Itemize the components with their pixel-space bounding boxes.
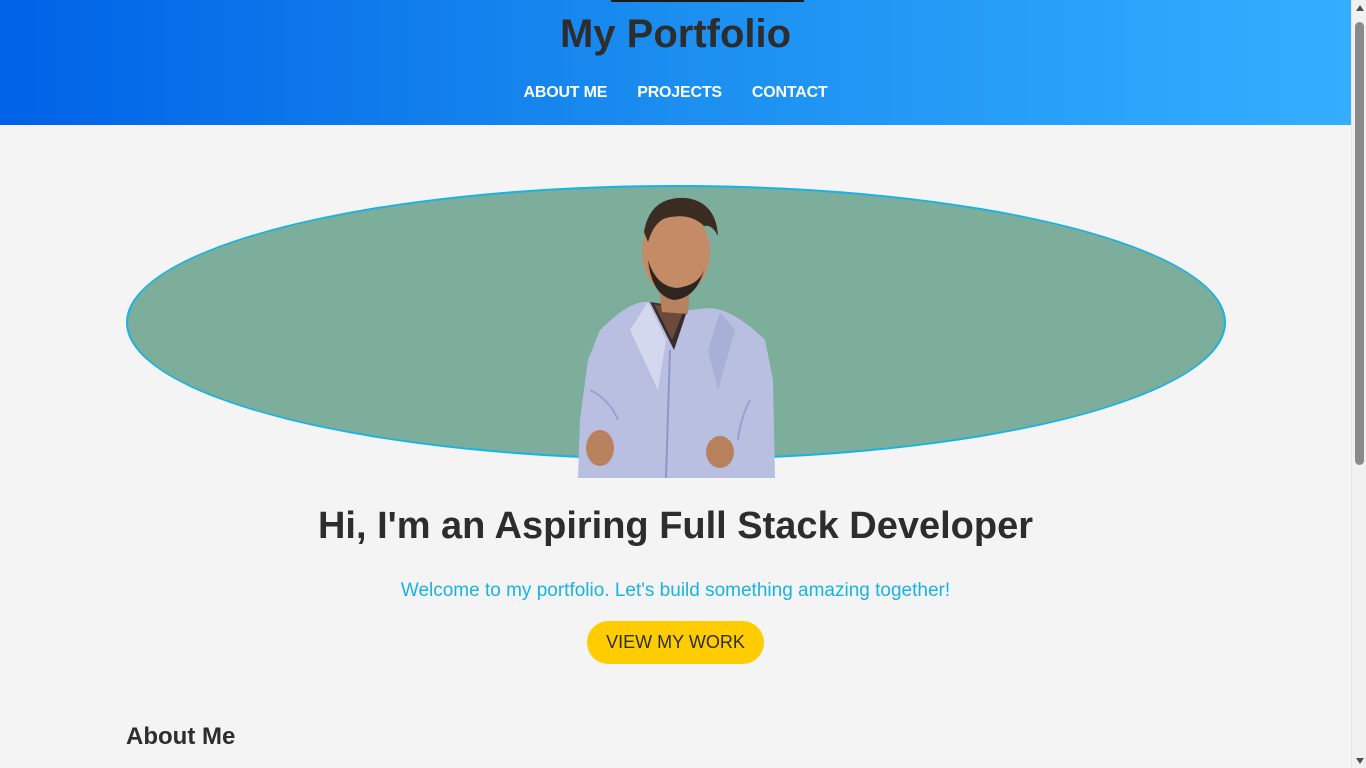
nav-link-contact[interactable]: CONTACT — [752, 82, 828, 104]
title-top-rule — [611, 0, 804, 2]
vertical-scrollbar[interactable] — [1351, 0, 1366, 768]
hero-subtitle: Welcome to my portfolio. Let's build som… — [400, 580, 951, 601]
about-me-heading: About Me — [126, 723, 236, 750]
site-title: My Portfolio — [559, 12, 792, 56]
nav-link-about-me[interactable]: ABOUT ME — [523, 82, 607, 104]
hero-heading: Hi, I'm an Aspiring Full Stack Developer — [317, 505, 1034, 547]
triangle-up-icon[interactable] — [1352, 0, 1366, 15]
main-nav: ABOUT ME PROJECTS CONTACT — [0, 82, 1351, 104]
scrollbar-thumb[interactable] — [1355, 22, 1364, 465]
nav-link-projects[interactable]: PROJECTS — [637, 82, 722, 104]
profile-photo — [578, 197, 775, 478]
view-my-work-button[interactable]: VIEW MY WORK — [587, 621, 764, 664]
page-viewport: My Portfolio ABOUT ME PROJECTS CONTACT H… — [0, 0, 1351, 768]
triangle-down-icon[interactable] — [1352, 753, 1366, 768]
site-header: My Portfolio ABOUT ME PROJECTS CONTACT — [0, 0, 1351, 125]
